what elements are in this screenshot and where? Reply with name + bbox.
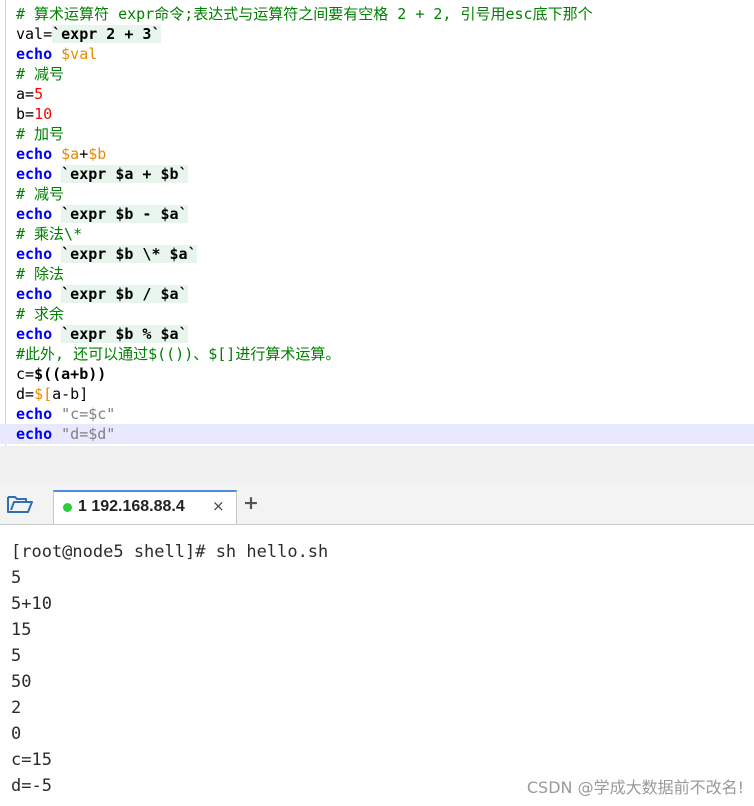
close-tab-icon[interactable]: × xyxy=(212,497,225,515)
code-token: $[ xyxy=(34,385,53,403)
terminal-output-line: 15 xyxy=(11,620,32,640)
code-line: val=`expr 2 + 3` xyxy=(16,24,161,44)
code-token: a= xyxy=(16,85,35,103)
code-line: # 加号 xyxy=(16,124,64,144)
folder-open-icon[interactable] xyxy=(6,492,34,516)
code-line: # 求余 xyxy=(16,304,64,324)
code-line: echo $a+$b xyxy=(16,144,106,164)
code-token: echo xyxy=(16,325,53,343)
code-token: echo xyxy=(16,205,53,223)
code-line: # 算术运算符 expr命令;表达式与运算符之间要有空格 2 + 2, 引号用e… xyxy=(16,4,593,24)
code-token: echo xyxy=(16,425,53,443)
code-token: "c=$c" xyxy=(61,405,116,423)
code-line: echo $val xyxy=(16,44,97,64)
code-token: echo xyxy=(16,245,53,263)
terminal-output-line: 2 xyxy=(11,698,22,718)
code-token: `expr $b / $a` xyxy=(61,285,188,303)
code-token: `expr $b \* $a` xyxy=(61,245,197,263)
code-token: val= xyxy=(16,25,53,43)
code-token: `expr $a + $b` xyxy=(61,165,188,183)
code-token: echo xyxy=(16,405,53,423)
code-token: $((a+b)) xyxy=(34,365,107,383)
code-token: 10 xyxy=(34,105,53,123)
session-tab-bar: 1 192.168.88.4 × + xyxy=(0,484,754,525)
code-line: echo `expr $b % $a` xyxy=(16,324,188,344)
terminal-output-line: 0 xyxy=(11,724,22,744)
code-token: + xyxy=(79,145,89,163)
terminal-output-line: 5+10 xyxy=(11,594,52,614)
code-token: # 加号 xyxy=(16,125,65,143)
code-line: #此外, 还可以通过$(())、$[]进行算术运算。 xyxy=(16,344,340,364)
terminal-output-line: c=15 xyxy=(11,750,52,770)
code-token: # 减号 xyxy=(16,185,65,203)
terminal-command-line: [root@node5 shell]# sh hello.sh xyxy=(11,542,329,562)
code-line: d=$[a-b] xyxy=(16,384,88,404)
code-token: # 减号 xyxy=(16,65,65,83)
terminal-output-line: 5 xyxy=(11,646,22,666)
terminal-output[interactable]: [root@node5 shell]# sh hello.sh 5 5+10 15 5 5… xyxy=(0,525,754,806)
terminal-output-line: 50 xyxy=(11,672,32,692)
code-token: # 乘法\* xyxy=(16,225,83,243)
panel-gap xyxy=(0,446,754,484)
code-token: -b] xyxy=(61,385,89,403)
code-line: echo `expr $b / $a` xyxy=(16,284,188,304)
code-token: echo xyxy=(16,145,53,163)
code-token: $b xyxy=(88,145,107,163)
code-token: `expr $b - $a` xyxy=(61,205,188,223)
code-line: echo `expr $b - $a` xyxy=(16,204,188,224)
code-token: 5 xyxy=(34,85,44,103)
terminal-output-line: d=-5 xyxy=(11,776,52,796)
code-token: `expr $b % $a` xyxy=(61,325,188,343)
code-editor[interactable]: # 算术运算符 expr命令;表达式与运算符之间要有空格 2 + 2, 引号用e… xyxy=(0,0,754,446)
watermark: CSDN @学成大数据前不改名! xyxy=(526,778,744,797)
code-token: echo xyxy=(16,285,53,303)
code-token: $val xyxy=(61,45,98,63)
code-line: echo "c=$c" xyxy=(16,404,115,424)
connection-status-icon xyxy=(63,503,72,512)
code-token: "d=$d" xyxy=(61,425,116,443)
code-line: echo "d=$d" xyxy=(0,424,754,444)
code-token: echo xyxy=(16,165,53,183)
tab-session-1[interactable]: 1 192.168.88.4 × xyxy=(53,490,237,524)
code-line: echo `expr $b \* $a` xyxy=(16,244,197,264)
code-token: c= xyxy=(16,365,35,383)
code-line: # 减号 xyxy=(16,64,64,84)
code-line: a=5 xyxy=(16,84,43,104)
code-token: #此外, 还可以通过$(())、$[]进行算术运算。 xyxy=(16,345,341,363)
code-token: # 除法 xyxy=(16,265,65,283)
editor-gutter xyxy=(5,0,6,446)
code-token: # 求余 xyxy=(16,305,65,323)
code-line: # 乘法\* xyxy=(16,224,82,244)
code-token: b= xyxy=(16,105,35,123)
code-token: $a xyxy=(61,145,80,163)
add-tab-icon[interactable]: + xyxy=(243,492,259,514)
code-token: a xyxy=(52,385,62,403)
code-token: echo xyxy=(16,45,53,63)
code-line: # 除法 xyxy=(16,264,64,284)
terminal-output-line: 5 xyxy=(11,568,22,588)
code-line: # 减号 xyxy=(16,184,64,204)
code-line: echo `expr $a + $b` xyxy=(16,164,188,184)
code-token: `expr 2 + 3` xyxy=(52,25,161,43)
code-token: d= xyxy=(16,385,35,403)
code-token: # 算术运算符 expr命令;表达式与运算符之间要有空格 2 + 2, 引号用e… xyxy=(16,5,593,23)
code-line: c=$((a+b)) xyxy=(16,364,106,384)
tab-label: 1 192.168.88.4 xyxy=(78,498,185,515)
code-line: b=10 xyxy=(16,104,52,124)
